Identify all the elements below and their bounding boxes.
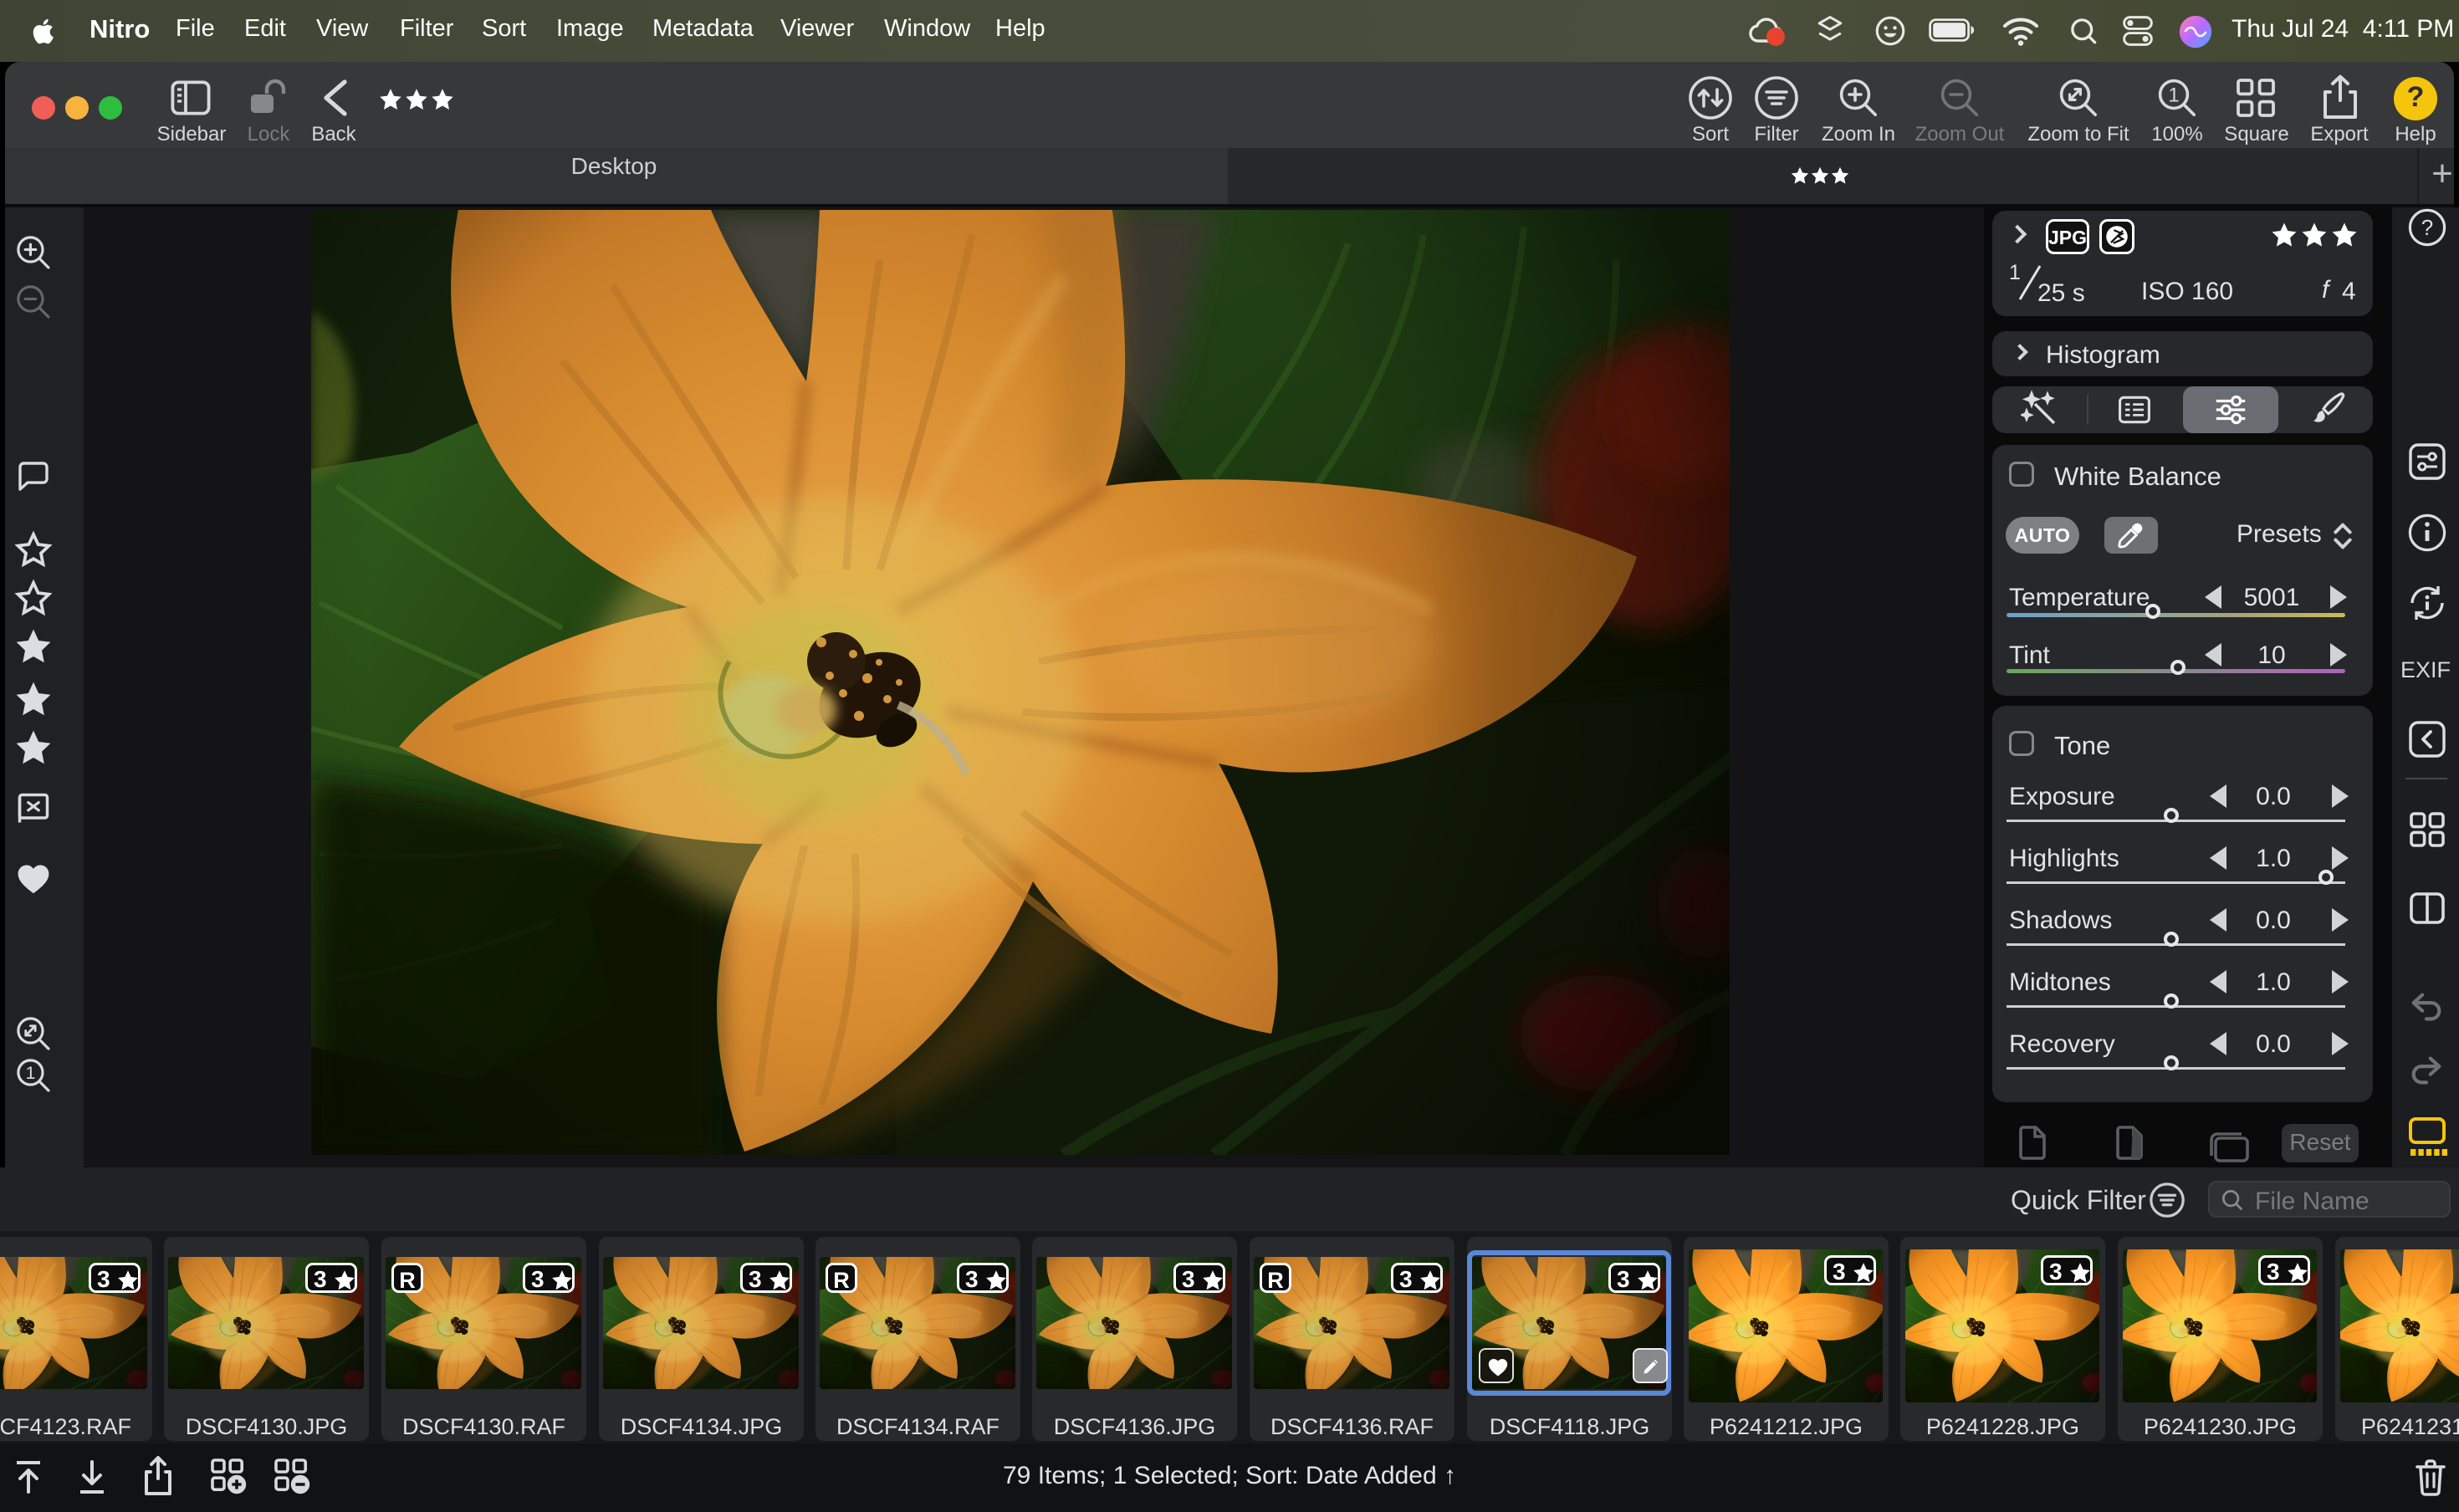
svg-text:?: ? — [2421, 215, 2433, 240]
svg-text:1: 1 — [2168, 84, 2179, 107]
svg-text:1: 1 — [26, 1063, 36, 1083]
